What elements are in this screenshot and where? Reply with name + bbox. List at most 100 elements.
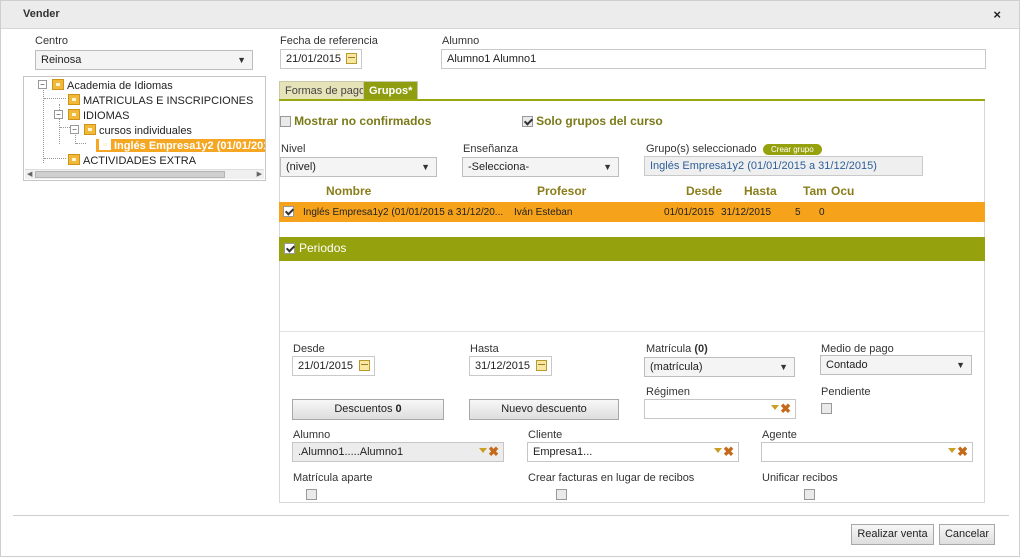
matricula-select[interactable]: (matrícula) ▼	[644, 357, 795, 377]
tree-node-idiomas[interactable]: IDIOMAS	[68, 109, 129, 122]
tree-node-cursos-individuales[interactable]: cursos individuales	[84, 124, 192, 137]
hasta-input[interactable]: 31/12/2015	[469, 356, 552, 376]
matricula-value: (matrícula)	[650, 361, 703, 373]
tree-node-ingles-empresa[interactable]: Inglés Empresa1y2 (01/01/2015	[96, 139, 265, 152]
tab-grupos[interactable]: Grupos*	[363, 81, 419, 100]
calendar-icon[interactable]	[346, 53, 357, 64]
tree-horizontal-scrollbar[interactable]: ◀ ▶	[25, 169, 264, 179]
tree-node-academia[interactable]: Academia de Idiomas	[52, 79, 173, 92]
nivel-value: (nivel)	[286, 161, 316, 173]
fecha-referencia-input[interactable]: 21/01/2015	[280, 49, 362, 69]
collapse-icon[interactable]: −	[54, 110, 63, 119]
realizar-venta-button[interactable]: Realizar venta	[851, 524, 934, 545]
cell-ocu: 0	[819, 207, 825, 218]
scroll-left-icon[interactable]: ◀	[27, 170, 32, 178]
cliente-combo[interactable]: Empresa1... ✖	[527, 442, 739, 462]
divider	[280, 331, 984, 332]
folder-icon	[84, 124, 96, 135]
close-icon[interactable]: ×	[993, 7, 1001, 22]
cell-tam: 5	[795, 207, 801, 218]
nivel-select[interactable]: (nivel) ▼	[280, 157, 437, 177]
folder-icon	[52, 79, 64, 90]
matricula-label: Matrícula (0)	[646, 343, 708, 355]
dropdown-icon[interactable]	[479, 448, 487, 453]
dropdown-icon[interactable]	[771, 405, 779, 410]
fecha-referencia-label: Fecha de referencia	[280, 35, 378, 47]
periodos-title: Periodos	[299, 241, 347, 255]
periodos-checkbox[interactable]	[284, 243, 295, 254]
tree-node-matriculas[interactable]: MATRICULAS E INSCRIPCIONES	[68, 94, 253, 107]
matricula-aparte-checkbox[interactable]	[306, 489, 318, 500]
dialog-title: Vender	[23, 8, 60, 20]
crear-grupo-button[interactable]: Crear grupo	[763, 144, 822, 155]
calendar-icon[interactable]	[536, 360, 547, 371]
desde-input[interactable]: 21/01/2015	[292, 356, 375, 376]
crear-facturas-checkbox[interactable]	[556, 489, 568, 500]
clear-icon[interactable]: ✖	[488, 444, 499, 460]
header-tam[interactable]: Tam	[803, 184, 827, 198]
collapse-icon[interactable]: −	[70, 125, 79, 134]
header-hasta[interactable]: Hasta	[744, 184, 777, 198]
matricula-aparte-label: Matrícula aparte	[293, 472, 373, 484]
alumno-input[interactable]: Alumno1 Alumno1	[441, 49, 986, 69]
row-checkbox[interactable]	[283, 206, 294, 217]
medio-de-pago-select[interactable]: Contado ▼	[820, 355, 972, 375]
header-nombre[interactable]: Nombre	[326, 184, 371, 198]
footer-divider	[13, 515, 1009, 516]
agente-combo[interactable]: ✖	[761, 442, 973, 462]
folder-icon	[68, 154, 80, 165]
course-tree: − Academia de Idiomas MATRICULAS E INSCR…	[23, 76, 266, 181]
clear-icon[interactable]: ✖	[957, 444, 968, 460]
descuentos-button[interactable]: Descuentos 0	[292, 399, 444, 420]
ensenanza-select[interactable]: -Selecciona- ▼	[462, 157, 619, 177]
dropdown-icon[interactable]	[714, 448, 722, 453]
cliente-label: Cliente	[528, 429, 563, 441]
table-row[interactable]: Inglés Empresa1y2 (01/01/2015 a 31/12/20…	[279, 202, 985, 222]
pendiente-checkbox[interactable]	[821, 403, 832, 414]
ensenanza-value: -Selecciona-	[468, 161, 530, 173]
cell-hasta: 31/12/2015	[721, 207, 772, 218]
header-ocu[interactable]: Ocu	[831, 184, 854, 198]
medio-de-pago-value: Contado	[826, 359, 868, 371]
tab-formas-de-pago[interactable]: Formas de pago	[279, 81, 372, 100]
collapse-icon[interactable]: −	[38, 80, 47, 89]
hasta-value: 31/12/2015	[475, 360, 531, 372]
dropdown-icon[interactable]	[948, 448, 956, 453]
cancelar-button[interactable]: Cancelar	[939, 524, 995, 545]
nuevo-descuento-button[interactable]: Nuevo descuento	[469, 399, 619, 420]
regimen-combo[interactable]: ✖	[644, 399, 796, 419]
mostrar-no-confirmados[interactable]: Mostrar no confirmados	[280, 114, 431, 128]
desde-value: 21/01/2015	[298, 360, 354, 372]
scroll-thumb[interactable]	[35, 171, 225, 178]
header-desde[interactable]: Desde	[686, 184, 722, 198]
calendar-icon[interactable]	[359, 360, 370, 371]
centro-value: Reinosa	[41, 54, 82, 66]
solo-grupos-label: Solo grupos del curso	[536, 114, 663, 128]
grupos-seleccionado-value: Inglés Empresa1y2 (01/01/2015 a 31/12/20…	[650, 160, 877, 172]
medio-de-pago-label: Medio de pago	[821, 343, 894, 355]
cell-nombre: Inglés Empresa1y2 (01/01/2015 a 31/12/20…	[303, 207, 504, 218]
crear-facturas-label: Crear facturas en lugar de recibos	[528, 472, 695, 484]
chevron-down-icon: ▼	[237, 55, 246, 65]
regimen-label: Régimen	[646, 386, 691, 398]
header-profesor[interactable]: Profesor	[537, 184, 586, 198]
solo-grupos-del-curso[interactable]: Solo grupos del curso	[522, 114, 663, 128]
agente-label: Agente	[762, 429, 797, 441]
scroll-right-icon[interactable]: ▶	[257, 170, 262, 178]
unificar-recibos-checkbox[interactable]	[804, 489, 816, 500]
alumno-value: Alumno1 Alumno1	[447, 53, 537, 65]
chevron-down-icon: ▼	[421, 162, 430, 172]
solo-grupos-checkbox[interactable]	[522, 116, 533, 127]
periodos-header[interactable]: Periodos	[279, 237, 985, 261]
desde-label: Desde	[293, 343, 325, 355]
mostrar-no-confirmados-checkbox[interactable]	[280, 116, 291, 127]
alumno-combo[interactable]: .Alumno1.....Alumno1 ✖	[292, 442, 504, 462]
centro-select[interactable]: Reinosa ▼	[35, 50, 253, 70]
vender-dialog: Vender × Centro Reinosa ▼ − Academia de …	[0, 0, 1020, 557]
tree-node-actividades-extra[interactable]: ACTIVIDADES EXTRA	[68, 154, 196, 167]
clear-icon[interactable]: ✖	[723, 444, 734, 460]
folder-icon	[68, 109, 80, 120]
alumno-combo-value: .Alumno1.....Alumno1	[298, 446, 404, 458]
dialog-titlebar: Vender ×	[1, 1, 1019, 29]
clear-icon[interactable]: ✖	[780, 401, 791, 417]
